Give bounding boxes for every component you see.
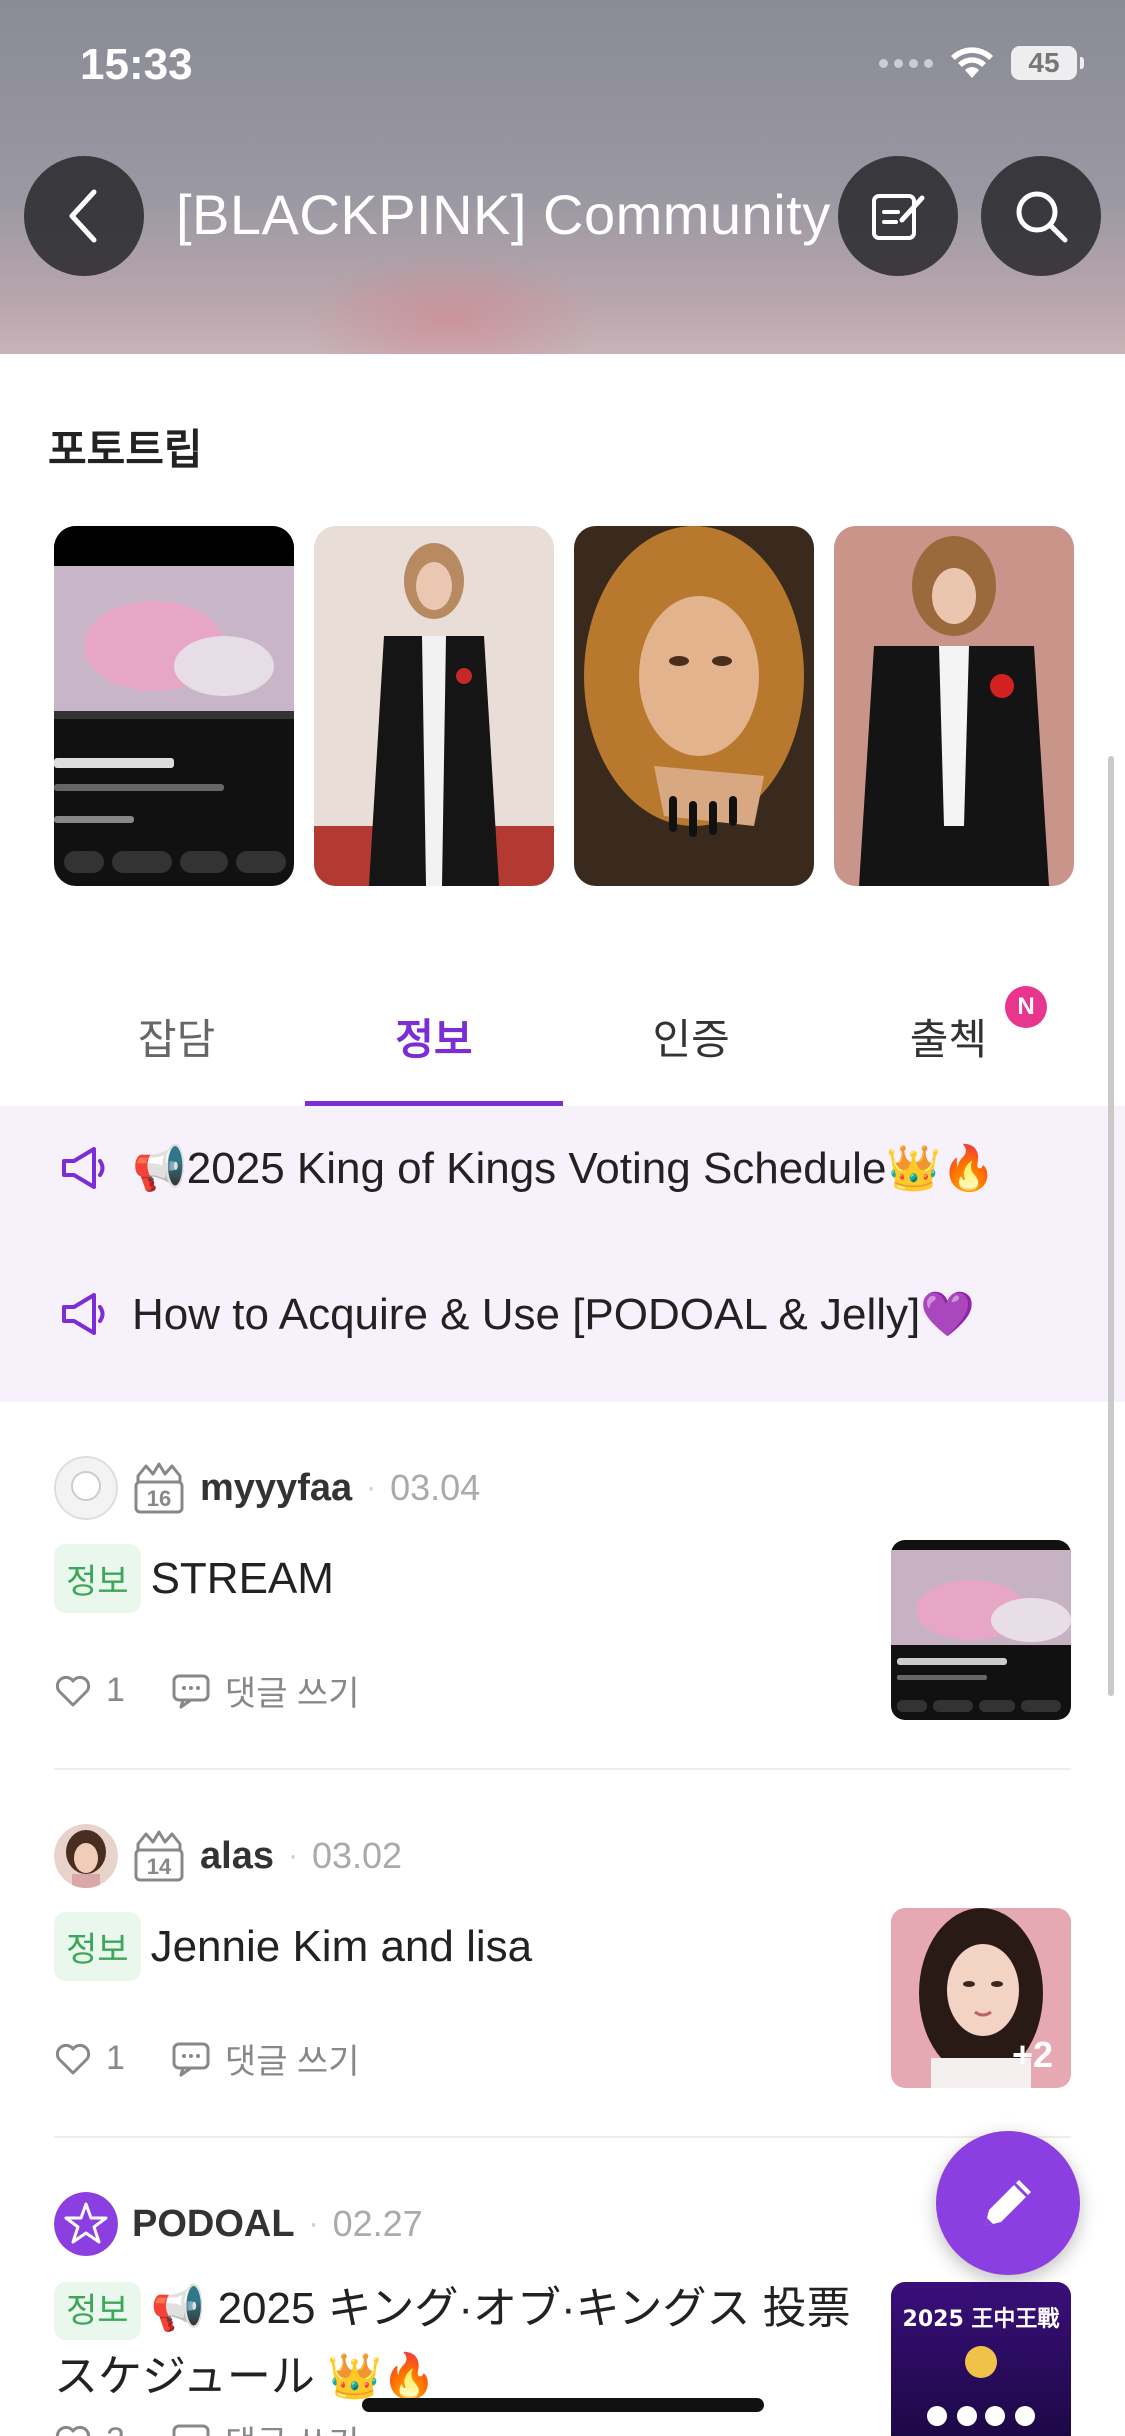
status-icons: 45 [879, 46, 1084, 80]
photo-trip-thumb[interactable] [574, 526, 814, 886]
avatar[interactable] [54, 1824, 118, 1888]
post-title: 📢 2025 キング·オブ·キングス 投票スケジュール 👑🔥 [54, 2284, 851, 2402]
write-post-button[interactable] [838, 156, 958, 276]
back-button[interactable] [24, 156, 144, 276]
search-button[interactable] [981, 156, 1101, 276]
signal-icon [879, 58, 933, 68]
separator-dot: · [308, 2207, 319, 2240]
separator-dot: · [366, 1471, 377, 1504]
pencil-icon [985, 2180, 1031, 2226]
level-crown-icon: 16 [132, 1462, 186, 1514]
heart-icon[interactable] [54, 1674, 92, 1708]
edit-note-icon [872, 194, 925, 240]
post-title: Jennie Kim and lisa [150, 1921, 533, 1971]
like-count: 2 [106, 2421, 125, 2436]
category-tag: 정보 [54, 2282, 141, 2341]
post-meta-row: 1 댓글 쓰기 [54, 2034, 360, 2083]
post-item[interactable]: 14 alas · 03.02 정보 Jennie Kim and lisa 1… [54, 1824, 1071, 2100]
separator-dot: · [287, 1839, 298, 1872]
post-meta-row: 1 댓글 쓰기 [54, 1666, 360, 1715]
heart-icon[interactable] [54, 2042, 92, 2076]
author-name[interactable]: alas [200, 1835, 274, 1878]
like-count: 1 [106, 2039, 125, 2077]
category-tabs: 잡담 정보 인증 출첵 N [48, 966, 1077, 1106]
author-name[interactable]: myyyfaa [200, 1467, 352, 1510]
avatar[interactable] [54, 1456, 118, 1520]
category-tag: 정보 [54, 1912, 141, 1981]
post-author-row: PODOAL · 02.27 [54, 2192, 423, 2256]
tab-attendance[interactable]: 출첵 N [820, 966, 1077, 1106]
author-name[interactable]: PODOAL [132, 2203, 295, 2246]
level-crown-icon: 14 [132, 1830, 186, 1882]
post-date: 03.04 [390, 1467, 481, 1508]
tab-info[interactable]: 정보 [305, 966, 563, 1106]
new-badge: N [1005, 986, 1047, 1028]
photo-trip-carousel[interactable] [54, 526, 1074, 886]
comment-icon[interactable] [171, 2041, 211, 2077]
write-comment-link[interactable]: 댓글 쓰기 [225, 2034, 360, 2083]
post-thumbnail[interactable]: +2 [891, 1908, 1071, 2088]
page-title: [BLACKPINK] Community [176, 183, 831, 246]
post-date: 03.02 [311, 1835, 403, 1876]
divider [54, 1768, 1071, 1770]
photo-trip-thumb[interactable] [54, 526, 294, 886]
post-title-row: 정보 📢 2025 キング·オブ·キングス 投票スケジュール 👑🔥 [54, 2276, 854, 2410]
tab-verify[interactable]: 인증 [563, 966, 820, 1106]
megaphone-icon [58, 1291, 108, 1337]
post-author-row: 14 alas · 03.02 [54, 1824, 402, 1888]
photo-trip-thumb[interactable] [314, 526, 554, 886]
post-meta-row: 2 댓글 쓰기 [54, 2416, 360, 2436]
write-fab-button[interactable] [936, 2131, 1080, 2275]
post-author-row: 16 myyyfaa · 03.04 [54, 1456, 480, 1520]
notice-list: 📢2025 King of Kings Voting Schedule👑🔥 Ho… [0, 1106, 1125, 1402]
notice-item[interactable]: 📢2025 King of Kings Voting Schedule👑🔥 [58, 1142, 996, 1194]
comment-icon[interactable] [171, 2423, 211, 2436]
post-thumbnail[interactable] [891, 1540, 1071, 1720]
comment-icon[interactable] [171, 1673, 211, 1709]
write-comment-link[interactable]: 댓글 쓰기 [225, 2416, 360, 2436]
photo-trip-thumb[interactable] [834, 526, 1074, 886]
wifi-icon [949, 46, 995, 80]
chevron-left-icon [69, 189, 97, 243]
notice-text: 📢2025 King of Kings Voting Schedule👑🔥 [132, 1144, 996, 1193]
post-thumbnail[interactable]: 2025 王中王戰 [891, 2282, 1071, 2436]
like-count: 1 [106, 1671, 125, 1709]
status-time: 15:33 [80, 40, 193, 89]
post-item[interactable]: 16 myyyfaa · 03.04 정보 STREAM 1 댓글 쓰기 [54, 1456, 1071, 1732]
tab-chat[interactable]: 잡담 [48, 966, 305, 1106]
thumbnail-text: 2025 王中王戰 [903, 2307, 1060, 2332]
divider [54, 2136, 1071, 2138]
write-comment-link[interactable]: 댓글 쓰기 [225, 1666, 360, 1715]
category-tag: 정보 [54, 1544, 141, 1613]
post-title-row: 정보 Jennie Kim and lisa [54, 1912, 532, 1981]
level-number: 14 [147, 1854, 172, 1879]
search-icon [1016, 191, 1068, 243]
scrollbar[interactable] [1108, 756, 1114, 1696]
notice-item[interactable]: How to Acquire & Use [PODOAL & Jelly]💜 [58, 1288, 975, 1340]
photo-trip-title: 포토트립 [48, 426, 203, 473]
level-number: 16 [147, 1486, 171, 1511]
post-title-row: 정보 STREAM [54, 1544, 334, 1613]
notice-text: How to Acquire & Use [PODOAL & Jelly]💜 [132, 1290, 976, 1339]
megaphone-icon [58, 1145, 108, 1191]
battery-icon: 45 [1011, 46, 1084, 80]
post-title: STREAM [150, 1553, 334, 1603]
avatar[interactable] [54, 2192, 118, 2256]
more-images-count: +2 [1011, 2034, 1053, 2075]
community-header: 15:33 45 [BLACKPINK] Community [0, 0, 1125, 354]
heart-icon[interactable] [54, 2424, 92, 2436]
post-date: 02.27 [332, 2203, 423, 2244]
home-indicator[interactable] [362, 2398, 764, 2412]
